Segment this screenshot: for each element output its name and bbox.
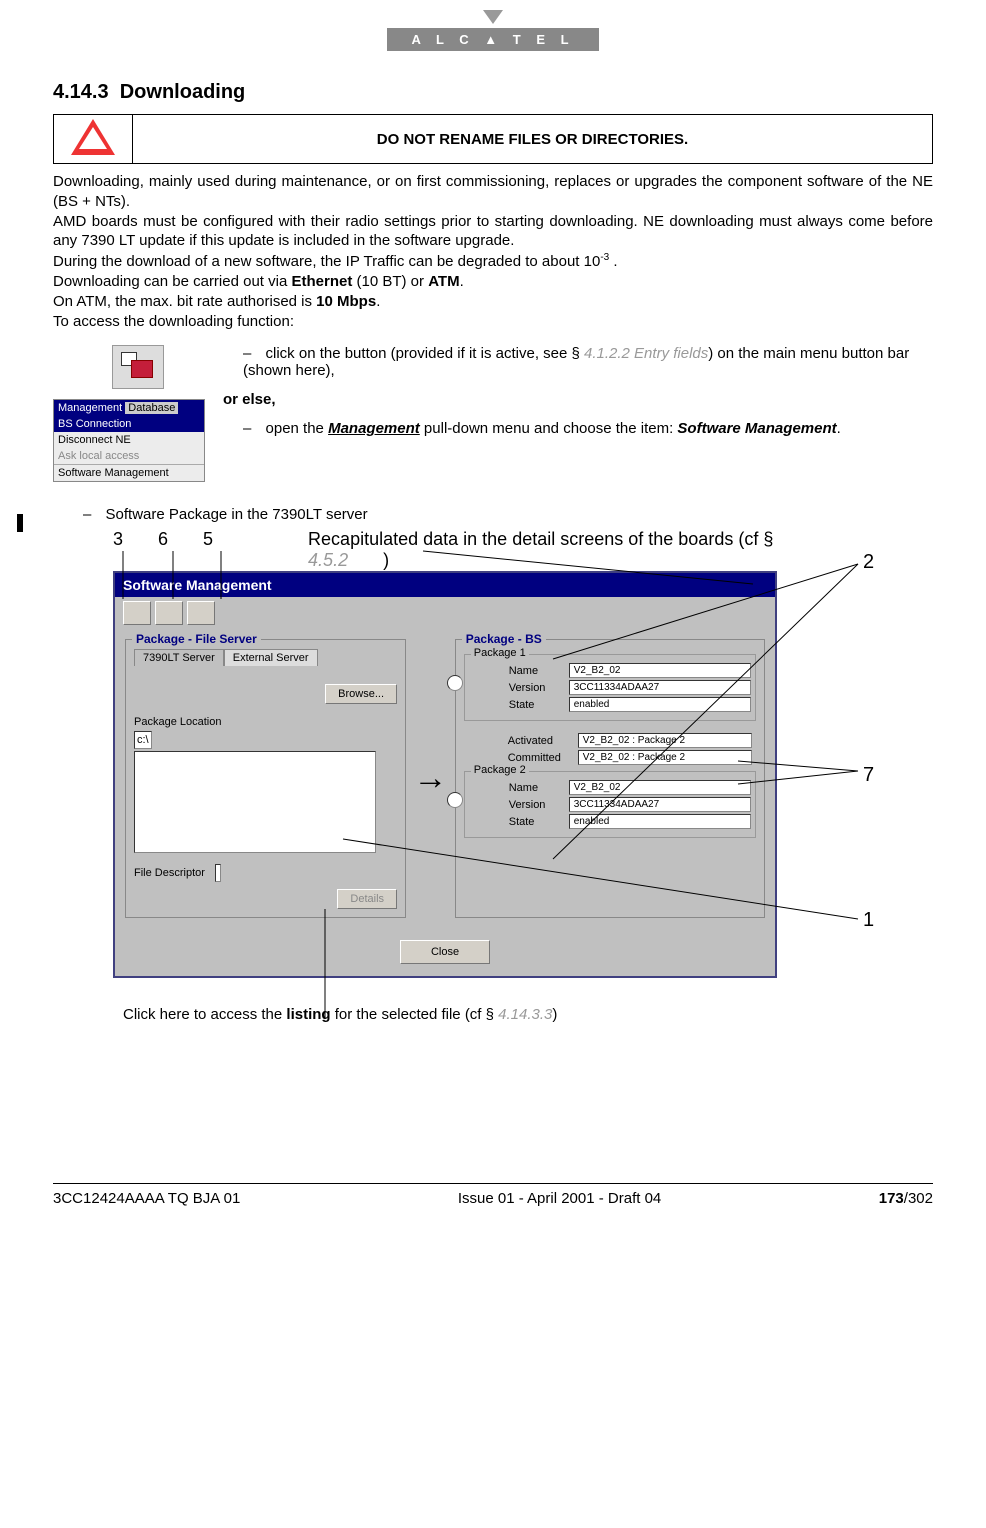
footer-doc-number: 3CC12424AAAA TQ BJA 01	[53, 1190, 240, 1207]
committed-value: V2_B2_02 : Package 2	[578, 750, 752, 765]
browse-button[interactable]: Browse...	[325, 684, 397, 704]
pk2-version: 3CC11334ADAA27	[569, 797, 751, 812]
callout-2: 2	[863, 551, 874, 574]
toolbar-button-1[interactable]	[123, 601, 151, 625]
package-location-input[interactable]: c:\	[134, 731, 152, 749]
subsection-title: Software Package in the 7390LT server	[83, 506, 933, 523]
callout-7: 7	[863, 764, 874, 787]
bs-group: Package - BS Package 1 NameV2_B2_02 Vers…	[455, 639, 765, 918]
instruction-text: click on the button (provided if it is a…	[223, 345, 933, 482]
tab-external-server[interactable]: External Server	[224, 649, 318, 666]
section-heading: 4.14.3 Downloading	[53, 81, 933, 104]
activated-value: V2_B2_02 : Package 2	[578, 733, 752, 748]
tab-7390lt-server[interactable]: 7390LT Server	[134, 649, 224, 666]
top-callouts: 3 6 5 Recapitulated data in the detail s…	[113, 529, 933, 571]
file-descriptor-label: File Descriptor	[134, 867, 205, 879]
brand-text: A L C ▲ T E L	[387, 28, 598, 51]
pk2-name: V2_B2_02	[569, 780, 751, 795]
toolbar-button-3[interactable]	[187, 601, 215, 625]
instruction-images: Management Database BS Connection Discon…	[53, 345, 223, 482]
software-management-window: Software Management Package - File Serve…	[113, 571, 777, 978]
pk1-state: enabled	[569, 697, 751, 712]
package1-radio[interactable]	[447, 675, 463, 691]
file-descriptor-input[interactable]	[215, 864, 221, 882]
toolbar-button-icon	[112, 345, 164, 389]
callout-1: 1	[863, 909, 874, 932]
pk1-version: 3CC11334ADAA27	[569, 680, 751, 695]
footer-page: 173/302	[879, 1190, 933, 1207]
body-text: Downloading, mainly used during maintena…	[53, 172, 933, 331]
change-bar	[17, 514, 23, 532]
management-menu-preview: Management Database BS Connection Discon…	[53, 399, 205, 482]
warning-box: DO NOT RENAME FILES OR DIRECTORIES.	[53, 114, 933, 164]
details-button[interactable]: Details	[337, 889, 397, 909]
toolbar-button-2[interactable]	[155, 601, 183, 625]
close-button[interactable]: Close	[400, 940, 490, 964]
window-toolbar	[115, 597, 775, 629]
page-footer: 3CC12424AAAA TQ BJA 01 Issue 01 - April …	[53, 1183, 933, 1207]
package2-radio[interactable]	[447, 792, 463, 808]
window-titlebar: Software Management	[115, 573, 775, 597]
details-caption: Click here to access the listing for the…	[123, 1006, 933, 1023]
package-location-label: Package Location	[134, 716, 397, 728]
file-list[interactable]	[134, 751, 376, 853]
footer-issue: Issue 01 - April 2001 - Draft 04	[458, 1190, 661, 1207]
brand-logo: A L C ▲ T E L	[53, 10, 933, 51]
pk2-state: enabled	[569, 814, 751, 829]
pk1-name: V2_B2_02	[569, 663, 751, 678]
warning-text: DO NOT RENAME FILES OR DIRECTORIES.	[133, 117, 932, 162]
file-server-group: Package - File Server 7390LT ServerExter…	[125, 639, 406, 918]
warning-icon	[71, 119, 115, 155]
